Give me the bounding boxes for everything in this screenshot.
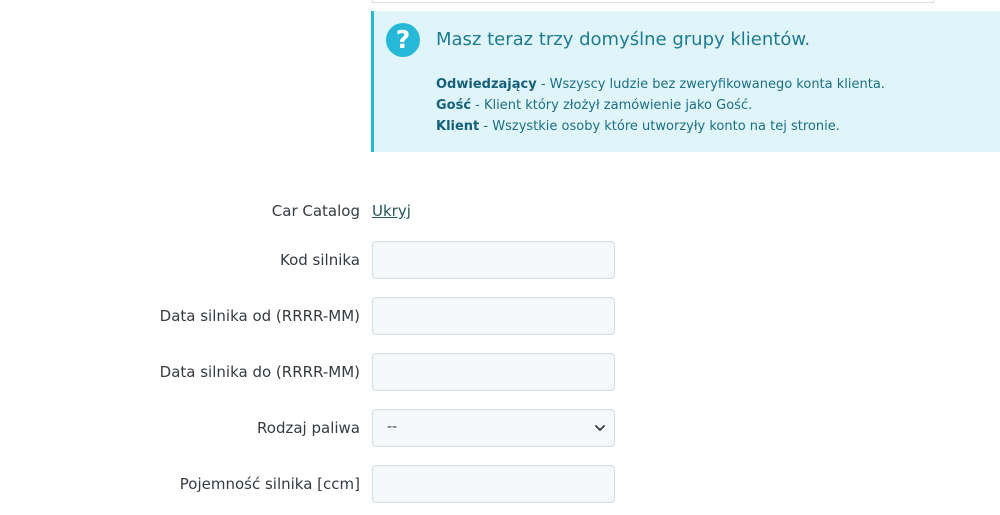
- customer-groups-info-alert: ? Masz teraz trzy domyślne grupy klientó…: [371, 11, 1000, 152]
- car-catalog-label: Car Catalog: [271, 202, 360, 220]
- engine-date-from-label: Data silnika od (RRRR-MM): [159, 307, 360, 325]
- question-icon: ?: [386, 23, 420, 57]
- fuel-type-label: Rodzaj paliwa: [257, 419, 360, 437]
- group-name: Klient: [436, 119, 480, 134]
- engine-capacity-label: Pojemność silnika [ccm]: [179, 475, 360, 493]
- engine-date-to-input[interactable]: [372, 353, 615, 391]
- chevron-down-icon: [595, 425, 605, 431]
- group-name: Gość: [436, 98, 472, 113]
- group-name: Odwiedzający: [436, 77, 537, 92]
- fuel-type-select[interactable]: --: [372, 409, 615, 447]
- engine-date-from-input[interactable]: [372, 297, 615, 335]
- top-panel-edge: [372, 0, 934, 3]
- engine-date-to-label: Data silnika do (RRRR-MM): [159, 363, 360, 381]
- alert-title: Masz teraz trzy domyślne grupy klientów.: [436, 29, 811, 50]
- group-description: - Klient który złożył zamówienie jako Go…: [471, 98, 753, 113]
- engine-code-label: Kod silnika: [280, 251, 360, 269]
- alert-group-guest: Gość - Klient który złożył zamówienie ja…: [436, 95, 885, 116]
- alert-group-customer: Klient - Wszystkie osoby które utworzyły…: [436, 116, 885, 137]
- engine-capacity-input[interactable]: [372, 465, 615, 503]
- group-description: - Wszystkie osoby które utworzyły konto …: [479, 119, 840, 134]
- alert-group-visitor: Odwiedzający - Wszyscy ludzie bez zweryf…: [436, 74, 885, 95]
- alert-group-list: Odwiedzający - Wszyscy ludzie bez zweryf…: [436, 74, 885, 137]
- engine-code-input[interactable]: [372, 241, 615, 279]
- group-description: - Wszyscy ludzie bez zweryfikowanego kon…: [536, 77, 885, 92]
- car-catalog-toggle-link[interactable]: Ukryj: [372, 202, 411, 220]
- fuel-type-selected-value: --: [387, 419, 398, 435]
